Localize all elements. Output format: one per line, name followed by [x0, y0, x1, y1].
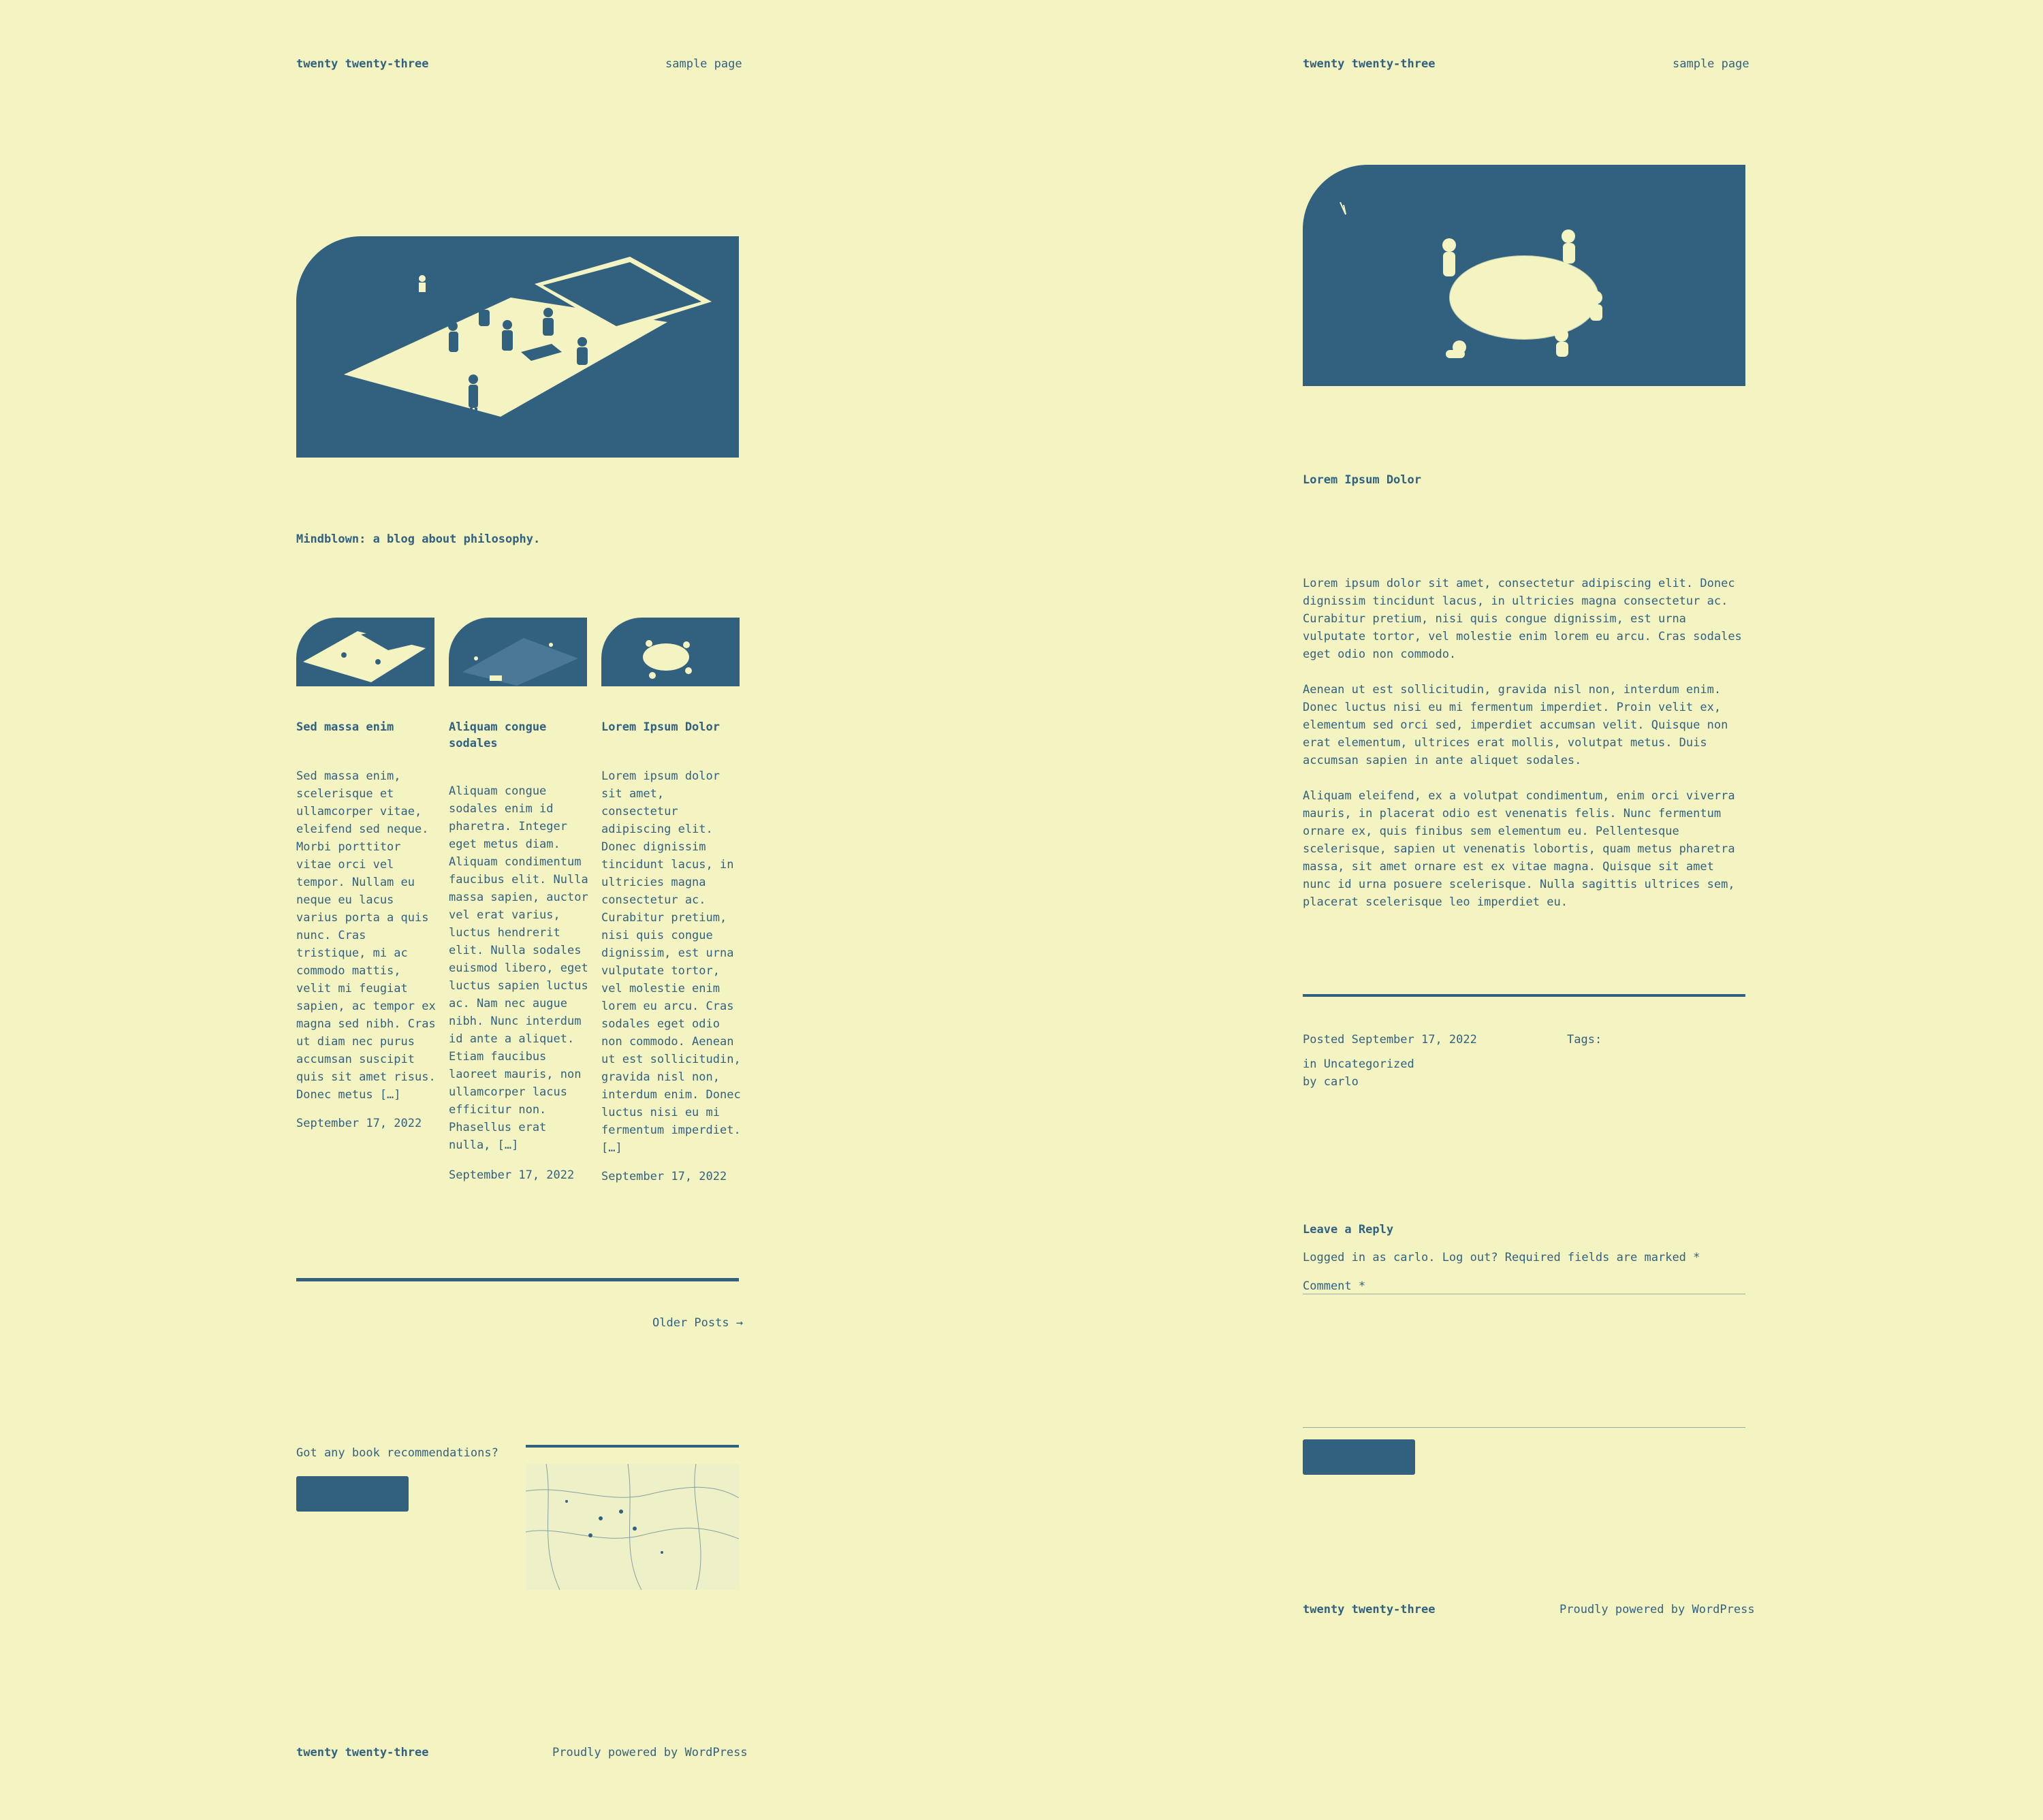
comment-textarea-bottom: [1303, 1427, 1745, 1428]
post-excerpt: Sed massa enim, scelerisque et ullamcorp…: [296, 769, 436, 1102]
hero-image: [296, 236, 739, 458]
site-tagline: Mindblown: a blog about philosophy.: [296, 532, 541, 546]
footer-site-title[interactable]: twenty twenty-three: [1303, 1603, 1435, 1616]
paragraph: Aenean ut est sollicitudin, gravida nisl…: [1303, 683, 1728, 767]
footer-powered-by[interactable]: Proudly powered by WordPress: [552, 1746, 748, 1759]
post-date: September 17, 2022: [601, 1170, 727, 1183]
footer-site-title[interactable]: twenty twenty-three: [296, 1746, 428, 1759]
logged-in-notice[interactable]: Logged in as carlo. Log out? Required fi…: [1303, 1249, 1700, 1266]
post-comment-button[interactable]: [1303, 1439, 1415, 1475]
post-thumbnail[interactable]: [449, 618, 587, 686]
post-date: September 17, 2022: [296, 1117, 422, 1130]
post-author-link[interactable]: by carlo: [1303, 1073, 1359, 1091]
post-excerpt: Lorem ipsum dolor sit amet, consectetur …: [601, 769, 741, 1155]
cta-button[interactable]: [296, 1476, 409, 1512]
map-image: [526, 1464, 739, 1590]
comment-label: Comment *: [1303, 1279, 1366, 1293]
post-excerpt: Aliquam congue sodales enim id pharetra.…: [449, 784, 588, 1152]
separator: [526, 1445, 739, 1448]
post-thumbnail[interactable]: [296, 618, 434, 686]
post-title[interactable]: Sed massa enim: [296, 719, 434, 735]
post-tags-label: Tags:: [1567, 1033, 1602, 1047]
paragraph: Aliquam eleifend, ex a volutpat condimen…: [1303, 789, 1735, 909]
paragraph: Lorem ipsum dolor sit amet, consectetur …: [1303, 577, 1742, 661]
post-thumbnail[interactable]: [601, 618, 740, 686]
reply-title: Leave a Reply: [1303, 1223, 1394, 1236]
post-category-link[interactable]: in Uncategorized: [1303, 1055, 1414, 1073]
separator: [296, 1278, 739, 1281]
older-posts-link[interactable]: Older Posts →: [652, 1316, 743, 1330]
comment-textarea[interactable]: [1303, 1294, 1745, 1427]
post-title[interactable]: Lorem Ipsum Dolor: [601, 719, 740, 735]
post-date: Posted September 17, 2022: [1303, 1033, 1477, 1047]
cta-text: Got any book recommendations?: [296, 1446, 498, 1460]
site-title-link[interactable]: twenty twenty-three: [296, 57, 428, 71]
post-title: Lorem Ipsum Dolor: [1303, 473, 1421, 487]
nav-item-sample-page[interactable]: sample page: [665, 57, 742, 71]
featured-image: [1303, 165, 1745, 386]
post-date: September 17, 2022: [449, 1168, 575, 1182]
post-content: Lorem ipsum dolor sit amet, consectetur …: [1303, 575, 1745, 911]
post-title[interactable]: Aliquam congue sodales: [449, 719, 587, 752]
site-title-link[interactable]: twenty twenty-three: [1303, 57, 1435, 71]
footer-powered-by[interactable]: Proudly powered by WordPress: [1559, 1603, 1755, 1616]
nav-item-sample-page[interactable]: sample page: [1673, 57, 1749, 71]
separator: [1303, 994, 1745, 997]
